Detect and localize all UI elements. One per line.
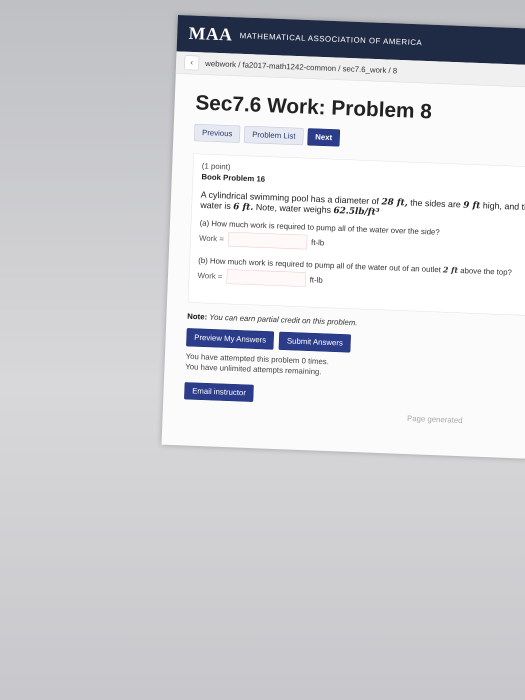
org-name: MATHEMATICAL ASSOCIATION OF AMERICA [239, 31, 423, 48]
screenshot-stage: MAA MATHEMATICAL ASSOCIATION OF AMERICA … [0, 0, 525, 700]
chevron-left-icon: ‹ [190, 58, 194, 68]
breadcrumb[interactable]: webwork / fa2017-math1242-common / sec7.… [205, 59, 397, 75]
next-button[interactable]: Next [307, 128, 341, 147]
work-answer-input-b[interactable] [226, 269, 306, 287]
submit-answers-button[interactable]: Submit Answers [278, 331, 351, 353]
page-footer: Page generated [406, 414, 463, 426]
problem-nav: Previous Problem List Next [193, 123, 525, 157]
problem-box: (1 point) Book Problem 16 A cylindrical … [187, 153, 525, 319]
depth-value: 6 ft. [233, 201, 254, 213]
work-label-a: Work = [198, 233, 225, 244]
diameter-value: 28 ft, [381, 196, 408, 209]
water-weight-value: 62.5lb/ft³ [333, 205, 380, 218]
outlet-height-value: 2 ft [442, 265, 459, 276]
problem-list-button[interactable]: Problem List [244, 125, 304, 146]
preview-answers-button[interactable]: Preview My Answers [186, 328, 275, 350]
statement-part: Note, water weighs [255, 202, 332, 215]
main-content: Sec7.6 Work: Problem 8 Previous Problem … [163, 74, 525, 425]
maa-logo: MAA [188, 23, 233, 45]
note-text: You can earn partial credit on this prob… [209, 312, 358, 328]
note-label: Note: [187, 311, 208, 322]
sides-value: 9 ft [463, 199, 481, 211]
unit-label-b: ft-lb [309, 275, 323, 285]
page-title: Sec7.6 Work: Problem 8 [195, 91, 433, 124]
webwork-page: MAA MATHEMATICAL ASSOCIATION OF AMERICA … [161, 15, 525, 462]
email-instructor-button[interactable]: Email instructor [184, 381, 255, 402]
back-button[interactable]: ‹ [184, 55, 200, 71]
question-part: above the top? [460, 266, 513, 278]
work-label-b: Work = [197, 271, 223, 281]
work-answer-input-a[interactable] [227, 231, 308, 250]
unit-label-a: ft-lb [310, 237, 325, 248]
statement-part: the sides are [410, 197, 462, 210]
previous-button[interactable]: Previous [193, 123, 241, 143]
